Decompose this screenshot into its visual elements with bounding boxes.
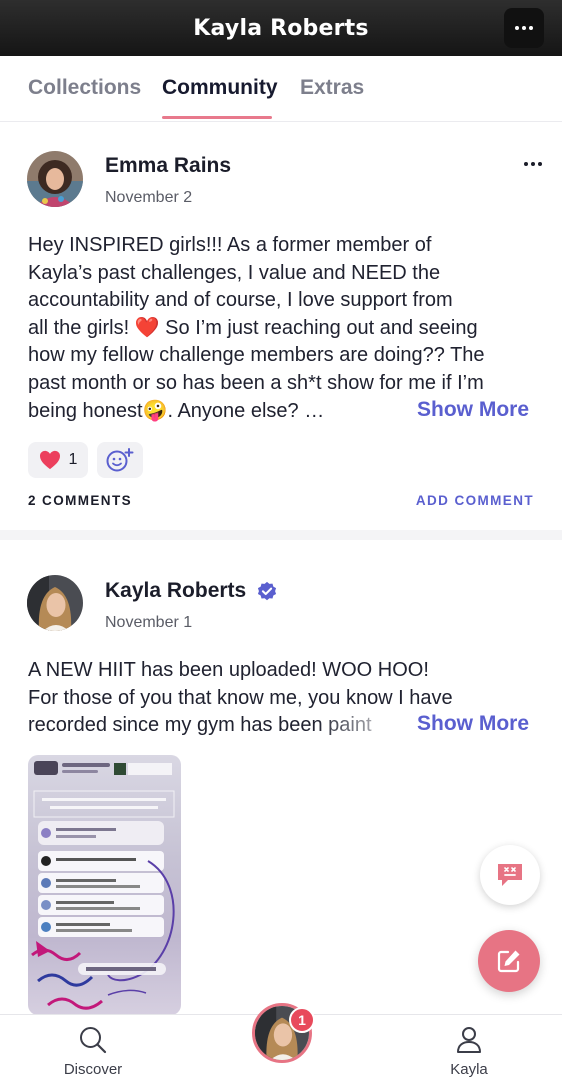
post-date: November 1 [105, 614, 193, 631]
post-body-line: how my fellow challenge members are doin… [28, 344, 485, 367]
post-body: Hey INSPIRED girls!!! As a former member… [28, 232, 538, 425]
avatar-image [27, 575, 83, 631]
edit-pencil-icon [497, 950, 520, 973]
post-body-line: Kayla’s past challenges, I value and NEE… [28, 261, 441, 284]
active-tab-indicator [162, 116, 272, 119]
heart-reaction-button[interactable]: 1 [28, 442, 88, 478]
avatar-image [27, 151, 83, 207]
more-options-button[interactable] [504, 8, 544, 48]
post-body-line: For those of you that know me, you know … [28, 686, 453, 709]
tab-bar: Collections Community Extras [0, 56, 562, 122]
avatar[interactable] [27, 151, 83, 207]
comments-count-link[interactable]: 2 COMMENTS [28, 493, 132, 508]
post-body-line: past month or so has been a sh*t show fo… [28, 371, 484, 394]
chat-button[interactable] [480, 845, 540, 905]
post-date: November 2 [105, 189, 193, 206]
post-body-line: accountability and of course, I love sup… [28, 289, 453, 312]
nav-profile-label: Kayla [450, 1061, 488, 1078]
post-body-line: A NEW HIIT has been uploaded! WOO HOO! [28, 659, 429, 681]
chat-bubble-icon [498, 864, 522, 886]
post-body-line: Hey INSPIRED girls!!! As a former member… [28, 234, 432, 256]
nav-profile[interactable]: Kayla [424, 1025, 514, 1078]
avatar[interactable] [27, 575, 83, 631]
more-dots-icon [515, 26, 533, 30]
page-title: Kayla Roberts [193, 15, 369, 41]
post-author[interactable]: Kayla Roberts [105, 579, 246, 603]
reaction-count: 1 [68, 451, 78, 468]
post-image[interactable] [28, 755, 181, 1015]
tab-community[interactable]: Community [162, 76, 278, 100]
tab-collections[interactable]: Collections [28, 76, 141, 100]
post-card: Emma Rains November 2 Hey INSPIRED girls… [0, 122, 562, 522]
show-more-link[interactable]: Show More [417, 398, 529, 422]
search-icon [80, 1027, 107, 1054]
post-image-graphic [31, 761, 175, 1010]
compose-post-button[interactable] [478, 930, 540, 992]
notification-badge: 1 [289, 1007, 315, 1033]
bottom-nav: Discover 1 Kayla [0, 1003, 562, 1080]
post-body-line: recorded since my gym has been paint [28, 714, 372, 737]
heart-icon [39, 450, 60, 470]
post-body-line: all the girls! ❤️ So I’m just reaching o… [28, 316, 478, 339]
profile-icon [457, 1027, 481, 1053]
top-bar: Kayla Roberts [0, 0, 562, 56]
post-options-icon[interactable] [524, 162, 542, 166]
nav-discover-label: Discover [63, 1061, 123, 1078]
show-more-link[interactable]: Show More [417, 712, 529, 736]
post-author[interactable]: Emma Rains [105, 154, 231, 178]
post-divider [0, 530, 562, 540]
verified-badge-icon [257, 581, 277, 601]
add-emoji-icon [106, 448, 134, 472]
tab-extras[interactable]: Extras [300, 76, 364, 100]
nav-discover[interactable]: Discover [48, 1025, 138, 1078]
add-comment-button[interactable]: ADD COMMENT [416, 493, 534, 508]
add-reaction-button[interactable] [97, 442, 143, 478]
